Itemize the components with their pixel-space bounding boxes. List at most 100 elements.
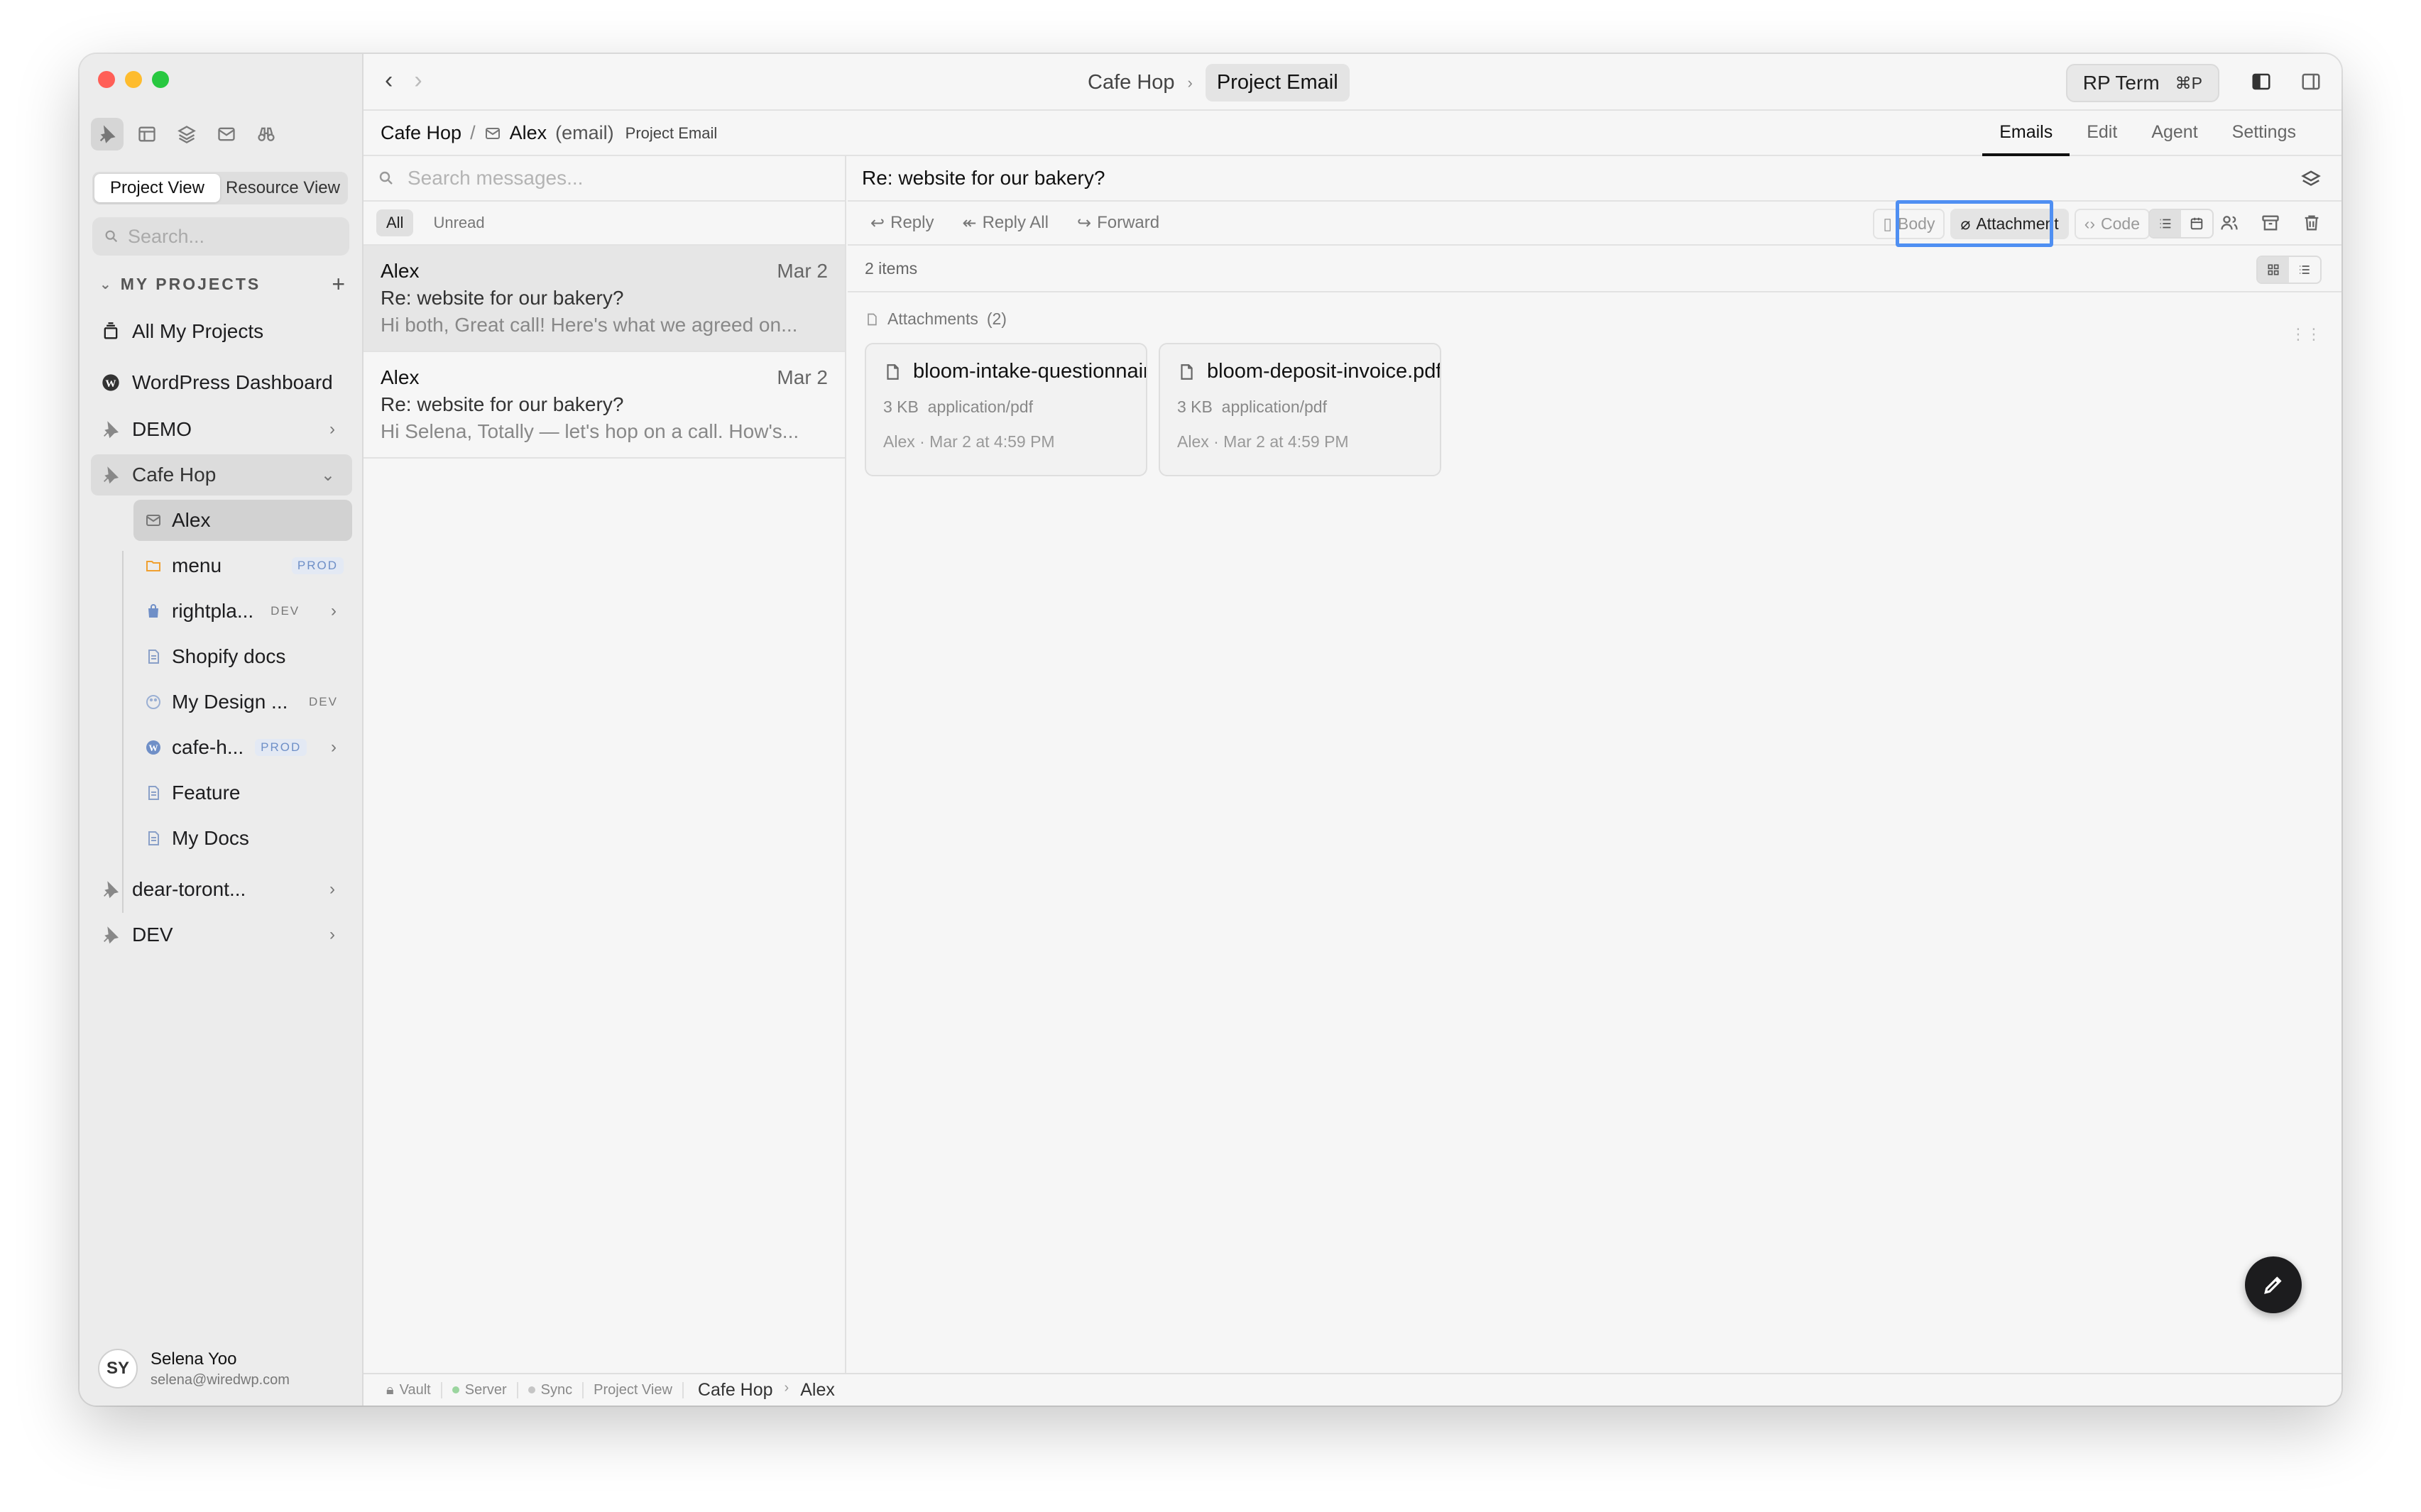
breadcrumb: Cafe Hop / Alex (email) Project Email [381,122,717,144]
window-controls [98,71,169,88]
compact-list-button[interactable] [2289,257,2320,283]
project-child-feature[interactable]: Feature [133,772,352,813]
breadcrumb-resource[interactable]: Alex [510,122,547,144]
document-icon [143,828,163,848]
mode-projects-button[interactable] [91,118,124,150]
sidebar-item-dev[interactable]: DEV › [91,914,352,955]
status-crumb-project[interactable]: Cafe Hop [698,1380,773,1401]
mode-layout-button[interactable] [131,118,163,150]
sidebar-search-input[interactable] [128,225,334,248]
reply-all-button[interactable]: ↞ Reply All [962,213,1048,234]
close-window-button[interactable] [98,71,115,88]
status-view[interactable]: Project View [584,1381,684,1398]
filter-unread[interactable]: Unread [423,209,494,236]
forward-button[interactable]: ↪ Forward [1077,213,1159,234]
project-view-tab[interactable]: Project View [94,174,220,202]
project-child-my-design[interactable]: My Design ... DEV [133,681,352,723]
status-crumb-resource[interactable]: Alex [800,1380,835,1401]
list-icon [2160,219,2171,229]
zoom-window-button[interactable] [152,71,169,88]
chevron-down-icon[interactable]: ⌄ [99,275,114,293]
attachment-card[interactable]: bloom-intake-questionnaire.pdf 3 KB appl… [865,343,1147,476]
filter-all[interactable]: All [376,209,414,236]
status-sync[interactable]: Sync [518,1381,584,1398]
palette-icon [143,692,163,712]
project-child-shopify-docs[interactable]: Shopify docs [133,636,352,677]
rp-term-button[interactable]: RP Term ⌘P [2065,64,2219,102]
mode-layers-button[interactable] [170,118,203,150]
message-list: All Unread Alex Mar 2 Re: website for ou… [364,156,846,1373]
attachment-name-row: bloom-deposit-invoice.pdf [1177,360,1440,383]
pin-icon [99,924,122,946]
segment-attachment[interactable]: ⌀ Attachment [1950,208,2069,239]
message-sender: Alex [381,260,420,282]
sidebar-item-all-projects[interactable]: All My Projects [91,311,352,352]
project-child-my-docs[interactable]: My Docs [133,818,352,859]
layers-button[interactable] [2300,169,2322,195]
tab-agent[interactable]: Agent [2134,112,2214,156]
archive-icon[interactable] [2261,213,2280,233]
attachment-type: application/pdf [1221,398,1327,416]
list-item[interactable]: Alex Mar 2 Re: website for our bakery? H… [364,246,845,352]
drag-handle-icon[interactable]: ⋮⋮ [2290,325,2322,344]
tab-settings[interactable]: Settings [2215,112,2313,156]
left-panel-icon[interactable] [2251,71,2272,92]
reply-button[interactable]: ↩ Reply [870,213,934,234]
breadcrumb-project[interactable]: Cafe Hop [381,122,461,144]
back-button[interactable]: ‹ [385,67,393,94]
file-icon [868,313,877,325]
forward-label: Forward [1097,213,1160,232]
calendar-view-button[interactable] [2181,210,2212,237]
sidebar-item-cafe-hop[interactable]: Cafe Hop ⌄ [91,454,352,495]
mail-icon [218,127,235,141]
segment-code[interactable]: ‹› Code [2074,208,2150,239]
list-calendar-switch [2148,209,2214,239]
minimize-window-button[interactable] [125,71,142,88]
project-child-rightplace[interactable]: rightpla... DEV › [133,591,352,632]
list-view-button[interactable] [2150,210,2181,237]
attachment-card[interactable]: bloom-deposit-invoice.pdf 3 KB applicati… [1159,343,1441,476]
resource-view-tab[interactable]: Resource View [220,174,346,202]
breadcrumb-current[interactable]: Project Email [1205,64,1350,102]
forward-button[interactable]: › [414,67,422,94]
sidebar-item-demo[interactable]: DEMO › [91,409,352,450]
project-child-cafe-h[interactable]: W cafe-h... PROD › [133,727,352,768]
mode-mail-button[interactable] [210,118,243,150]
message-actions: ↩ Reply ↞ Reply All ↪ Forward ▯ Body ⌀ Attach… [848,200,2341,247]
sidebar-item-dear-toront[interactable]: dear-toront... › [91,869,352,910]
mode-binoculars-button[interactable] [250,118,283,150]
list-item[interactable]: Alex Mar 2 Re: website for our bakery? H… [364,352,845,459]
breadcrumb-suffix: Project Email [625,124,718,142]
project-child-menu[interactable]: menu PROD [133,545,352,586]
people-icon[interactable] [2219,213,2239,233]
compose-button[interactable] [2245,1256,2302,1313]
project-child-alex[interactable]: Alex [133,500,352,541]
message-filter: All Unread [364,202,845,246]
message-search-input[interactable] [408,167,805,190]
sidebar-search [92,217,349,256]
user-profile[interactable]: SY Selena Yoo selena@wiredwp.com [98,1349,290,1388]
right-panel-icon[interactable] [2300,71,2322,92]
segment-label: Code [2101,214,2140,233]
tab-emails[interactable]: Emails [1982,112,2070,156]
segment-body[interactable]: ▯ Body [1873,208,1945,239]
status-vault[interactable]: 🔒︎ Vault [376,1381,442,1398]
sidebar-item-label: Cafe Hop [132,464,217,486]
file-icon [887,363,899,380]
breadcrumb-separator: / [470,122,476,143]
mail-icon [143,510,163,530]
grid-view-button[interactable] [2258,257,2289,283]
message-tools [2219,213,2322,233]
child-label: Alex [172,509,211,531]
tree-guide [122,551,124,913]
message-subject: Re: website for our bakery? [381,287,624,309]
trash-icon[interactable] [2302,213,2322,233]
chevron-right-icon: › [329,420,335,439]
status-server[interactable]: Server [442,1381,518,1398]
breadcrumb-project[interactable]: Cafe Hop [1088,71,1175,94]
status-label: Sync [540,1381,573,1398]
grid-list-switch [2256,256,2322,284]
sidebar-item-wordpress[interactable]: W WordPress Dashboard [91,362,352,403]
tab-edit[interactable]: Edit [2070,112,2134,156]
add-project-button[interactable]: + [332,271,345,297]
